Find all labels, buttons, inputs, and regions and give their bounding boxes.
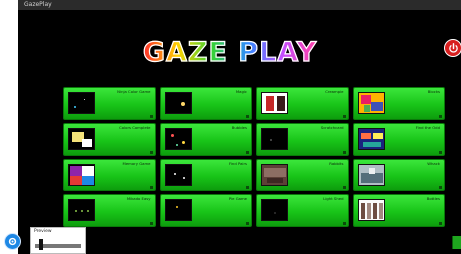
game-title: Light Shed — [323, 196, 344, 202]
game-card[interactable]: Ninja Color Game — [63, 87, 156, 120]
game-title: Scratchcard — [320, 124, 344, 130]
game-card[interactable]: Blocks — [352, 87, 445, 120]
game-title: Whack — [427, 160, 440, 166]
game-card[interactable]: Find the Odd — [352, 122, 445, 156]
card-corner-marker — [439, 150, 442, 154]
game-title: Pie Game — [228, 196, 247, 202]
game-grid: Ninja Color Game Magic Creampie Blocks C… — [63, 87, 445, 227]
card-corner-marker — [246, 222, 249, 225]
settings-button[interactable] — [4, 233, 21, 250]
card-corner-marker — [342, 150, 346, 154]
logo-text: GAZE PLAY — [142, 36, 318, 68]
game-card[interactable]: Mikado Easy — [63, 194, 156, 227]
game-thumbnail — [357, 163, 385, 186]
game-thumbnail — [68, 199, 95, 222]
card-corner-marker — [342, 114, 346, 118]
preview-label: Preview — [34, 229, 52, 234]
card-corner-marker — [246, 150, 249, 154]
game-title: Ninja Color Game — [117, 89, 151, 94]
game-card[interactable]: Whack — [352, 158, 445, 192]
game-title: Memory Game — [122, 160, 151, 166]
card-corner-marker — [149, 222, 153, 225]
game-title: Find Pairs — [228, 160, 247, 166]
game-card[interactable]: Scratchcard — [256, 122, 349, 156]
game-title: Bubbles — [231, 124, 247, 130]
preview-slider-handle[interactable] — [39, 239, 43, 250]
game-title: Magic — [235, 89, 247, 94]
game-card[interactable]: Memory Game — [63, 158, 156, 192]
game-title: Find the Odd — [415, 124, 440, 130]
game-card[interactable]: Bubbles — [159, 122, 252, 156]
game-card[interactable]: Rabbits — [256, 158, 349, 192]
card-corner-marker — [439, 114, 442, 118]
game-thumbnail — [357, 199, 385, 222]
side-toggle-button[interactable] — [452, 236, 461, 249]
card-corner-marker — [342, 222, 346, 225]
game-title: Blocks — [427, 89, 440, 94]
game-thumbnail — [261, 92, 288, 114]
game-card[interactable]: Magic — [159, 87, 252, 120]
game-menu-screen: GAZE PLAY Ninja Color Game Magic Creampi… — [18, 10, 461, 254]
exit-button[interactable] — [444, 39, 461, 57]
gear-icon — [8, 237, 17, 246]
game-title: Mikado Easy — [126, 196, 151, 202]
card-corner-marker — [149, 186, 153, 190]
game-thumbnail — [261, 127, 288, 150]
game-thumbnail — [164, 127, 192, 150]
game-thumbnail — [261, 163, 288, 186]
game-thumbnail — [261, 199, 288, 222]
game-thumbnail — [357, 92, 385, 114]
card-corner-marker — [342, 186, 346, 190]
card-corner-marker — [439, 222, 442, 225]
game-thumbnail — [68, 92, 95, 114]
power-icon — [448, 42, 458, 53]
card-corner-marker — [149, 150, 153, 154]
game-thumbnail — [164, 199, 192, 222]
game-title: Creampie — [325, 89, 344, 94]
app-frame: GazePlay GAZE PLAY Ninja Color Game Magi… — [18, 0, 461, 254]
card-corner-marker — [149, 114, 153, 118]
game-card[interactable]: Creampie — [256, 87, 349, 120]
gazeplay-logo: GAZE PLAY — [122, 36, 338, 68]
game-card[interactable]: Colors Complete — [63, 122, 156, 156]
game-card[interactable]: Pie Game — [159, 194, 252, 227]
game-title: Colors Complete — [119, 124, 151, 130]
game-card[interactable]: Light Shed — [256, 194, 349, 227]
card-corner-marker — [439, 186, 442, 190]
game-thumbnail — [164, 163, 192, 186]
game-card[interactable]: Bottles — [352, 194, 445, 227]
game-thumbnail — [68, 127, 95, 150]
card-corner-marker — [246, 186, 249, 190]
game-thumbnail — [68, 163, 95, 186]
game-thumbnail — [357, 127, 385, 150]
card-corner-marker — [246, 114, 249, 118]
preview-panel: Preview — [30, 227, 86, 254]
game-thumbnail — [164, 92, 192, 114]
game-card[interactable]: Find Pairs — [159, 158, 252, 192]
game-title: Bottles — [426, 196, 440, 202]
game-title: Rabbits — [329, 160, 344, 166]
window-title: GazePlay — [24, 1, 52, 8]
